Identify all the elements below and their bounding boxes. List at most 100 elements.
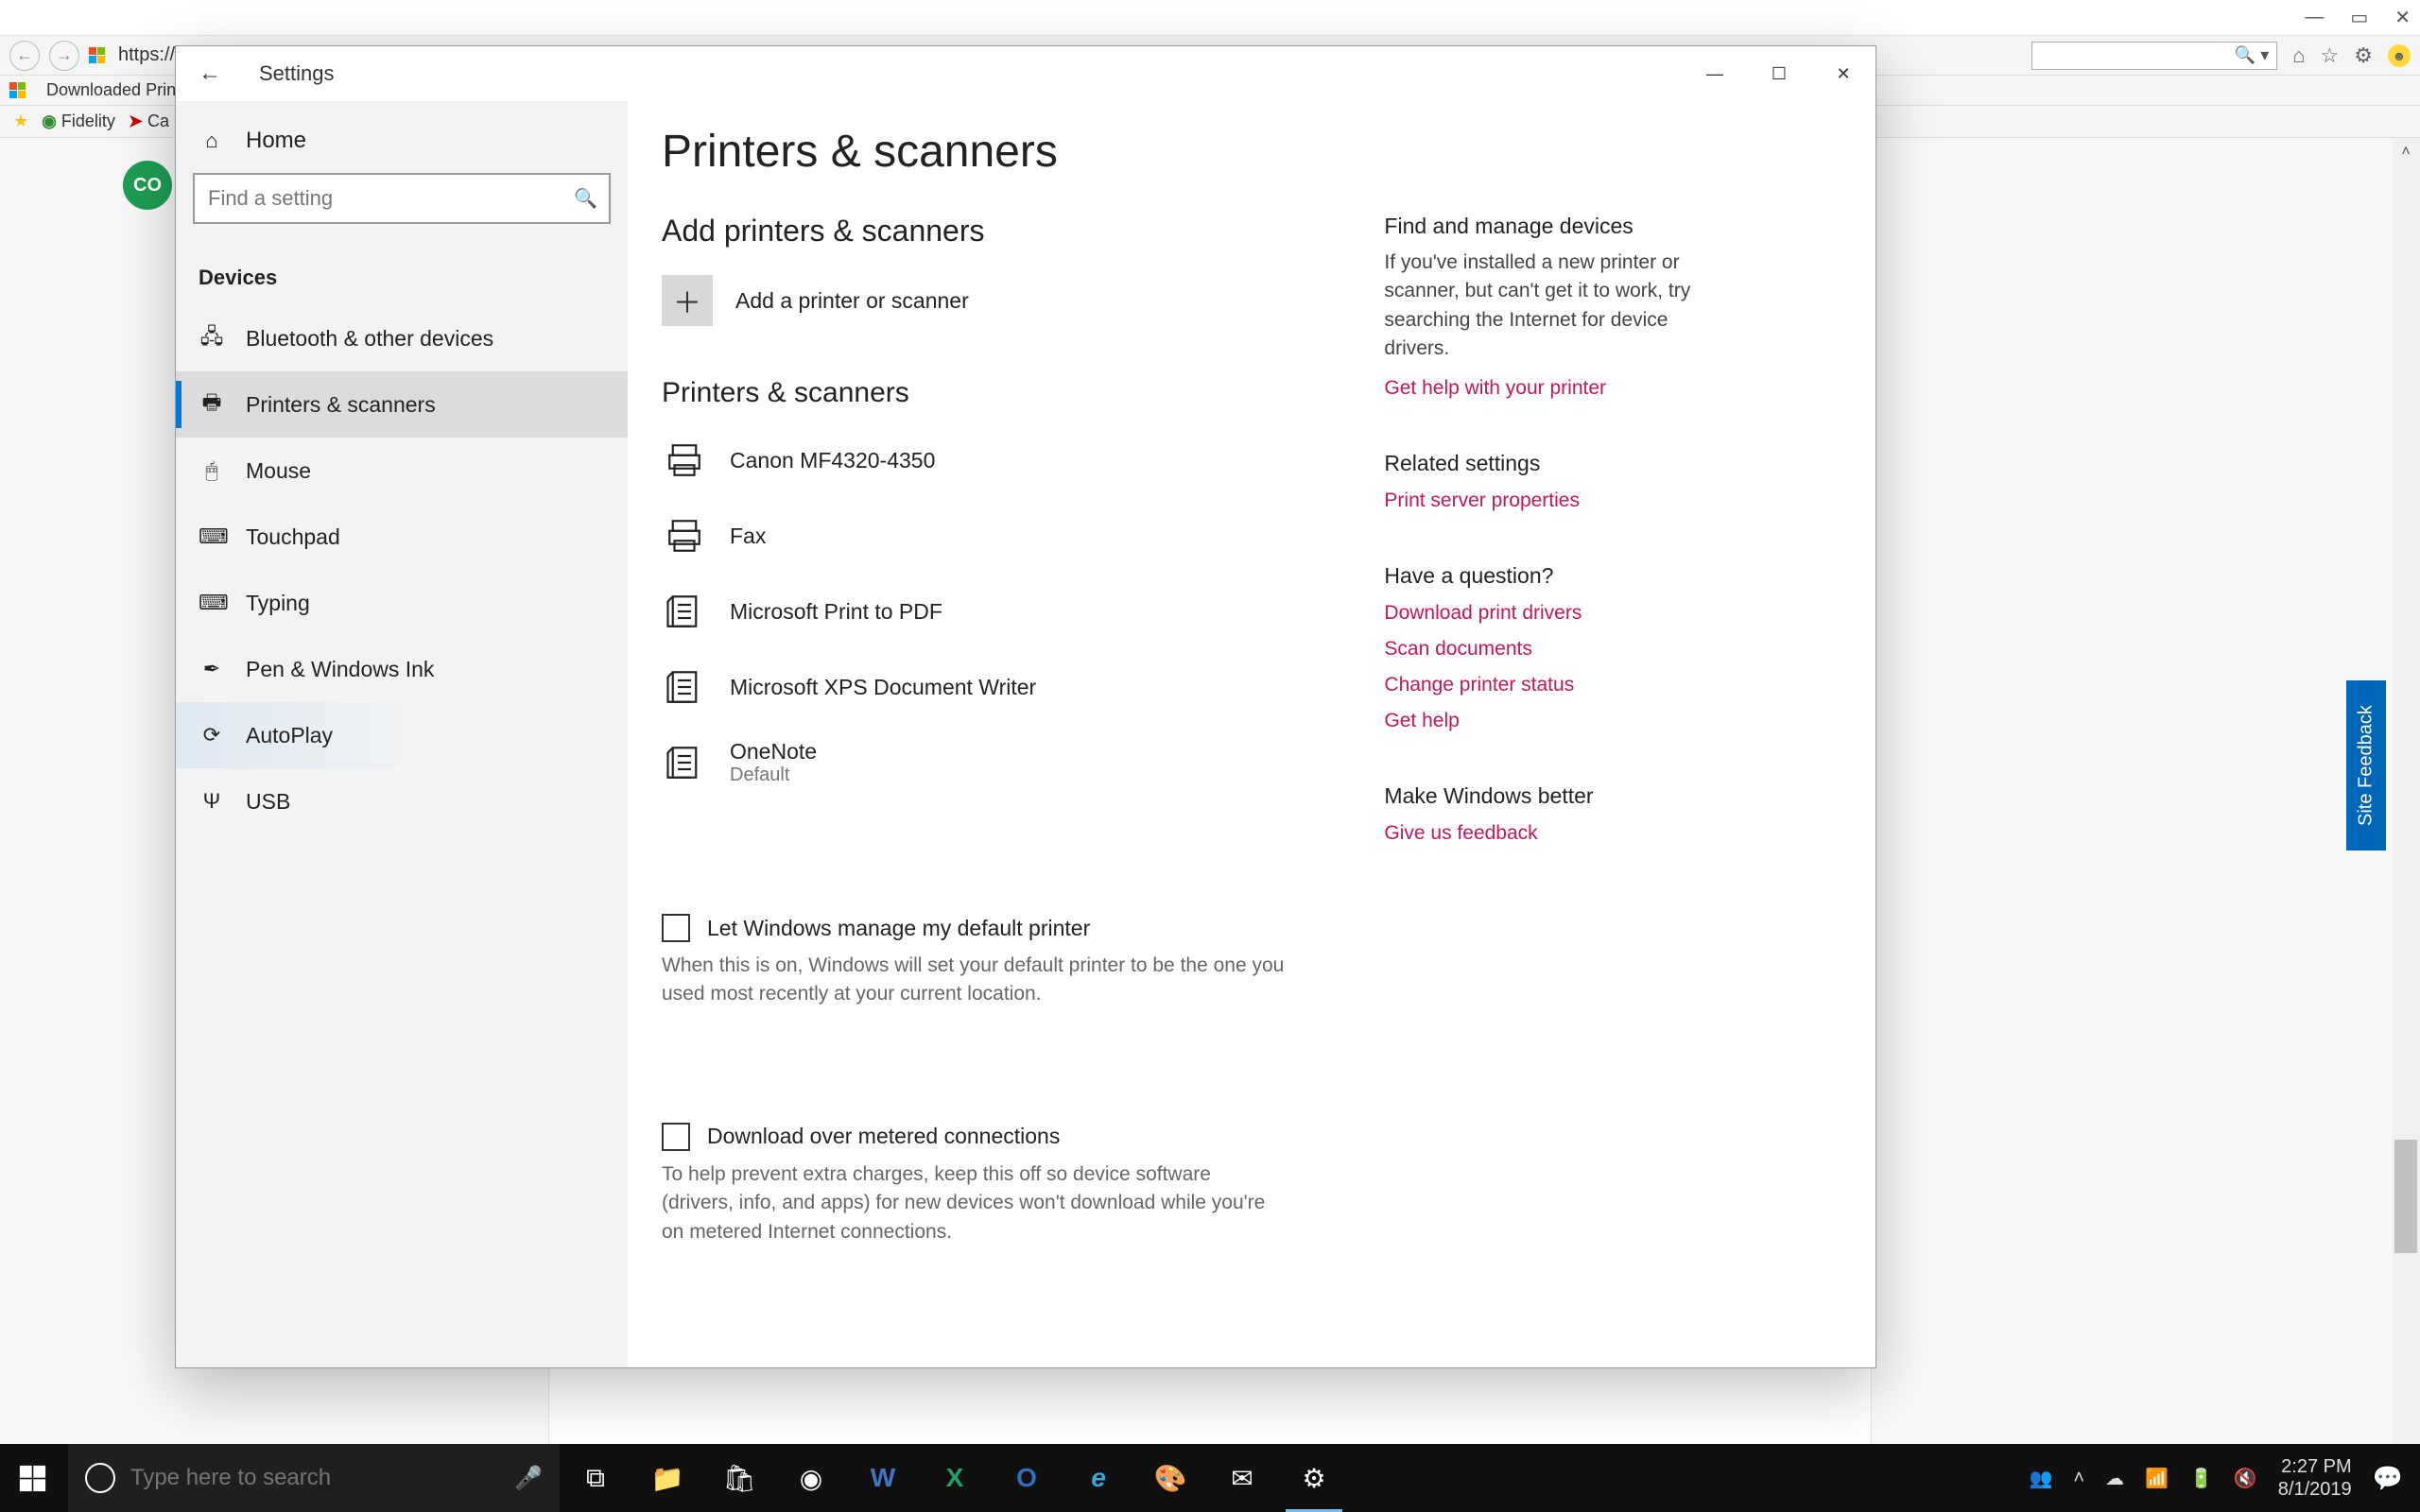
- sidebar-item-touchpad[interactable]: ⌨ Touchpad: [176, 504, 628, 570]
- browser-settings-icon[interactable]: ⚙: [2354, 43, 2373, 68]
- printer-item[interactable]: Microsoft XPS Document Writer: [662, 649, 1327, 725]
- site-feedback-tab[interactable]: Site Feedback: [2346, 680, 2386, 850]
- scroll-thumb[interactable]: [2394, 1140, 2417, 1253]
- sidebar-item-label: Mouse: [246, 458, 311, 484]
- browser-home-icon[interactable]: ⌂: [2292, 43, 2305, 68]
- sidebar-item-autoplay[interactable]: ⟳ AutoPlay: [176, 702, 628, 768]
- link-print-server-properties[interactable]: Print server properties: [1384, 490, 1828, 512]
- bookmark-ca[interactable]: ➤ Ca: [129, 112, 169, 131]
- settings-window: ← Settings — ☐ ✕ ⌂ Home 🔍 Devices 🖧 Blue…: [175, 45, 1876, 1368]
- settings-search-input[interactable]: [193, 173, 611, 224]
- clock-date: 8/1/2019: [2278, 1478, 2352, 1501]
- windows-taskbar: 🎤 ⧉ 📁 🛍 ◉ W X O e 🎨 ✉ ⚙ 👥 ˄ ☁ 📶 🔋 🔇 2:27…: [0, 1444, 2420, 1512]
- side-header: Make Windows better: [1384, 783, 1828, 809]
- printer-item[interactable]: Canon MF4320-4350: [662, 422, 1327, 498]
- side-header: Find and manage devices: [1384, 214, 1828, 239]
- printer-item[interactable]: Fax: [662, 498, 1327, 574]
- settings-min-button[interactable]: —: [1683, 53, 1747, 94]
- tray-people-icon[interactable]: 👥: [2029, 1467, 2052, 1490]
- tray-overflow-icon[interactable]: ˄: [2073, 1468, 2084, 1489]
- checkbox-label: Let Windows manage my default printer: [707, 916, 1090, 941]
- printer-name: Microsoft XPS Document Writer: [730, 675, 1036, 700]
- browser-back-button[interactable]: ←: [9, 41, 40, 71]
- browser-favorites-icon[interactable]: ☆: [2321, 43, 2340, 68]
- page-title: Printers & scanners: [662, 126, 1828, 178]
- taskbar-search-input[interactable]: [130, 1465, 499, 1491]
- scroll-up-icon[interactable]: ˄: [2392, 138, 2420, 166]
- section-header-add: Add printers & scanners: [662, 214, 1327, 249]
- tray-battery-icon[interactable]: 🔋: [2189, 1467, 2213, 1490]
- printer-subtext: Default: [730, 765, 817, 786]
- browser-feedback-icon[interactable]: ☻: [2388, 44, 2411, 67]
- browser-search-box[interactable]: 🔍 ▾: [2031, 42, 2277, 70]
- taskbar-search[interactable]: 🎤: [68, 1444, 560, 1512]
- link-give-feedback[interactable]: Give us feedback: [1384, 822, 1828, 845]
- link-get-help[interactable]: Get help: [1384, 710, 1828, 732]
- browser-title-bar: — ▭ ✕: [0, 0, 2420, 36]
- browser-close-button[interactable]: ✕: [2394, 6, 2411, 29]
- pen-icon: ✒: [199, 657, 225, 681]
- action-center-icon[interactable]: 💬: [2373, 1464, 2403, 1493]
- printer-icon: [662, 513, 707, 558]
- taskbar-app-store[interactable]: 🛍: [703, 1444, 775, 1512]
- autoplay-icon: ⟳: [199, 723, 225, 747]
- favorites-star-icon[interactable]: ★: [13, 112, 28, 131]
- taskbar-app-word[interactable]: W: [847, 1444, 919, 1512]
- printer-item[interactable]: OneNote Default: [662, 725, 1327, 800]
- printer-icon: [662, 438, 707, 483]
- settings-back-button[interactable]: ←: [193, 57, 227, 91]
- system-tray: 👥 ˄ ☁ 📶 🔋 🔇 2:27 PM 8/1/2019 💬: [2012, 1455, 2420, 1501]
- sidebar-item-mouse[interactable]: 🖱 Mouse: [176, 438, 628, 504]
- avatar[interactable]: CO: [123, 161, 172, 210]
- bookmark-fidelity[interactable]: ◉ Fidelity: [42, 112, 115, 131]
- settings-max-button[interactable]: ☐: [1747, 53, 1811, 94]
- link-download-drivers[interactable]: Download print drivers: [1384, 602, 1828, 625]
- taskbar-app-excel[interactable]: X: [919, 1444, 991, 1512]
- windows-logo-icon: [19, 1465, 44, 1490]
- taskbar-app-outlook[interactable]: O: [991, 1444, 1063, 1512]
- search-icon: 🔍: [574, 187, 597, 211]
- printer-item[interactable]: Microsoft Print to PDF: [662, 574, 1327, 649]
- help-text: When this is on, Windows will set your d…: [662, 952, 1286, 1009]
- side-header: Related settings: [1384, 451, 1828, 476]
- taskbar-app[interactable]: ✉: [1206, 1444, 1278, 1512]
- link-get-help-printer[interactable]: Get help with your printer: [1384, 377, 1828, 400]
- link-change-printer-status[interactable]: Change printer status: [1384, 674, 1828, 696]
- checkbox-label: Download over metered connections: [707, 1124, 1060, 1149]
- sidebar-home[interactable]: ⌂ Home: [176, 109, 628, 173]
- taskbar-app[interactable]: ◉: [775, 1444, 847, 1512]
- taskbar-clock[interactable]: 2:27 PM 8/1/2019: [2278, 1455, 2352, 1501]
- sidebar-item-printers[interactable]: 🖶 Printers & scanners: [176, 371, 628, 438]
- usb-icon: Ψ: [199, 789, 225, 814]
- checkbox-default-printer[interactable]: [662, 914, 690, 942]
- checkbox-metered[interactable]: [662, 1123, 690, 1151]
- browser-scrollbar[interactable]: ˄ ˅: [2392, 138, 2420, 1465]
- sidebar-item-usb[interactable]: Ψ USB: [176, 768, 628, 834]
- taskbar-app-paint[interactable]: 🎨: [1134, 1444, 1206, 1512]
- tray-volume-icon[interactable]: 🔇: [2234, 1467, 2257, 1490]
- settings-close-button[interactable]: ✕: [1811, 53, 1876, 94]
- browser-min-button[interactable]: —: [2305, 7, 2324, 28]
- tray-cloud-icon[interactable]: ☁: [2105, 1467, 2124, 1490]
- browser-max-button[interactable]: ▭: [2350, 6, 2368, 29]
- task-view-button[interactable]: ⧉: [560, 1444, 631, 1512]
- tray-wifi-icon[interactable]: 📶: [2145, 1467, 2169, 1490]
- microphone-icon[interactable]: 🎤: [514, 1465, 543, 1492]
- link-scan-documents[interactable]: Scan documents: [1384, 638, 1828, 661]
- section-header-list: Printers & scanners: [662, 377, 1327, 409]
- start-button[interactable]: [0, 1444, 68, 1512]
- taskbar-app-settings[interactable]: ⚙: [1278, 1444, 1350, 1512]
- settings-sidebar: ⌂ Home 🔍 Devices 🖧 Bluetooth & other dev…: [176, 101, 628, 1367]
- browser-forward-button[interactable]: →: [49, 41, 79, 71]
- sidebar-item-pen[interactable]: ✒ Pen & Windows Ink: [176, 636, 628, 702]
- browser-tab-label[interactable]: Downloaded Printe: [46, 80, 190, 100]
- sidebar-item-bluetooth[interactable]: 🖧 Bluetooth & other devices: [176, 305, 628, 371]
- taskbar-app-ie[interactable]: e: [1063, 1444, 1134, 1512]
- add-printer-button[interactable]: ＋ Add a printer or scanner: [662, 266, 1327, 335]
- help-text: To help prevent extra charges, keep this…: [662, 1160, 1286, 1246]
- sidebar-item-typing[interactable]: ⌨ Typing: [176, 570, 628, 636]
- taskbar-app-explorer[interactable]: 📁: [631, 1444, 703, 1512]
- sidebar-item-label: Touchpad: [246, 524, 340, 550]
- search-dropdown-icon: 🔍 ▾: [2235, 45, 2269, 65]
- sidebar-item-label: USB: [246, 789, 290, 815]
